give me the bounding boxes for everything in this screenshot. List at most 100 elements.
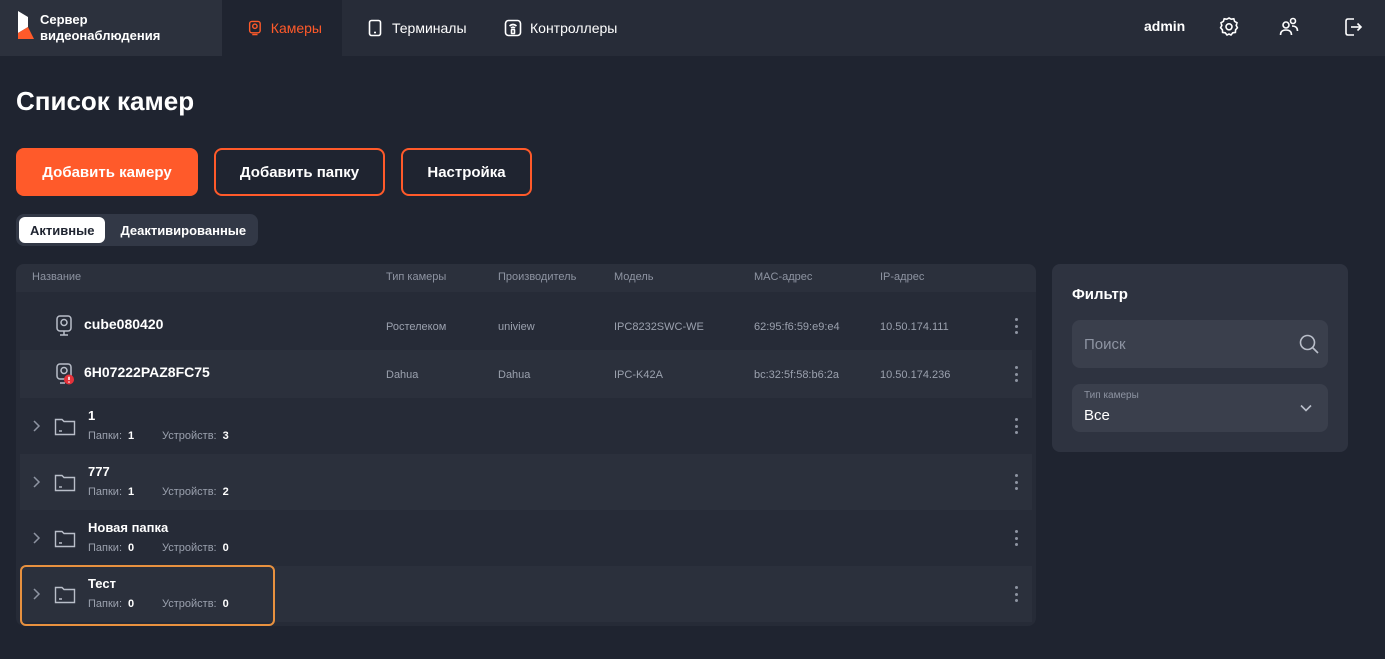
- folder-name[interactable]: 1: [88, 408, 95, 423]
- table-row[interactable]: 6H07222PAZ8FC75 Dahua Dahua IPC-K42A bc:…: [20, 350, 1032, 398]
- camera-mac: bc:32:5f:58:b6:2a: [754, 369, 840, 381]
- folder-icon: [54, 530, 76, 548]
- folder-count: Папки: 0: [88, 542, 134, 554]
- camera-type-value: Все: [1084, 407, 1110, 424]
- camera-table: Название Тип камеры Производитель Модель…: [16, 264, 1036, 626]
- folders-label: Папки:: [88, 430, 122, 442]
- folders-label: Папки:: [88, 542, 122, 554]
- devices-value: 3: [222, 430, 229, 442]
- logout-icon[interactable]: [1341, 15, 1365, 39]
- camera-name[interactable]: 6H07222PAZ8FC75: [84, 364, 210, 380]
- folder-name[interactable]: Тест: [88, 576, 116, 591]
- table-row[interactable]: cube080420 Ростелеком uniview IPC8232SWC…: [20, 302, 1032, 350]
- camera-name[interactable]: cube080420: [84, 316, 163, 332]
- device-count: Устройств: 3: [162, 430, 229, 442]
- camera-model: IPC8232SWC-WE: [614, 321, 704, 333]
- devices-label: Устройств:: [162, 542, 217, 554]
- folders-value: 1: [128, 486, 135, 498]
- camera-icon: [248, 20, 261, 36]
- folders-label: Папки:: [88, 486, 122, 498]
- search-icon[interactable]: [1298, 333, 1320, 355]
- more-menu-icon[interactable]: [1010, 364, 1022, 384]
- table-header: Название Тип камеры Производитель Модель…: [16, 264, 1036, 292]
- more-menu-icon[interactable]: [1010, 528, 1022, 548]
- segment-active[interactable]: Активные: [19, 217, 106, 243]
- filter-panel: Фильтр Тип камеры Все: [1052, 264, 1348, 452]
- status-segment: Активные Деактивированные: [16, 214, 258, 246]
- camera-ip: 10.50.174.236: [880, 369, 951, 381]
- tab-terminals-label: Терминалы: [392, 20, 467, 36]
- column-header-model[interactable]: Модель: [614, 271, 653, 283]
- chevron-right-icon[interactable]: [30, 474, 42, 490]
- column-header-ip[interactable]: IP-адрес: [880, 271, 924, 283]
- folder-icon: [54, 586, 76, 604]
- search-input[interactable]: [1084, 320, 1294, 368]
- device-count: Устройств: 0: [162, 542, 229, 554]
- devices-value: 2: [222, 486, 229, 498]
- user-name[interactable]: admin: [1144, 18, 1185, 34]
- folders-label: Папки:: [88, 598, 122, 610]
- segment-deactivated[interactable]: Деактивированные: [109, 217, 257, 243]
- search-field[interactable]: [1072, 320, 1328, 368]
- devices-label: Устройств:: [162, 486, 217, 498]
- brand-title-line1: Сервер: [40, 12, 88, 27]
- camera-model: IPC-K42A: [614, 369, 663, 381]
- brand-title: Сервер видеонаблюдения: [40, 12, 210, 44]
- camera-type: Ростелеком: [386, 321, 447, 333]
- folder-row[interactable]: Новая папка Папки: 0 Устройств: 0: [20, 510, 1032, 566]
- gear-icon[interactable]: [1217, 15, 1241, 39]
- more-menu-icon[interactable]: [1010, 472, 1022, 492]
- folder-row[interactable]: Тест Папки: 0 Устройств: 0: [20, 566, 1032, 622]
- folder-icon: [54, 474, 76, 492]
- folder-name[interactable]: Новая папка: [88, 520, 168, 535]
- camera-type: Dahua: [386, 369, 419, 381]
- add-folder-button[interactable]: Добавить папку: [214, 148, 385, 196]
- camera-icon: [56, 315, 72, 336]
- chevron-down-icon[interactable]: [1298, 400, 1314, 416]
- folder-count: Папки: 1: [88, 486, 134, 498]
- brand-logo-icon: [18, 11, 34, 39]
- camera-type-label: Тип камеры: [1084, 390, 1139, 401]
- devices-value: 0: [222, 542, 229, 554]
- folder-row[interactable]: 777 Папки: 1 Устройств: 2: [20, 454, 1032, 510]
- folder-count: Папки: 1: [88, 430, 134, 442]
- camera-ip: 10.50.174.111: [880, 321, 949, 333]
- chevron-right-icon[interactable]: [30, 418, 42, 434]
- column-header-mac[interactable]: MAC-адрес: [754, 271, 812, 283]
- more-menu-icon[interactable]: [1010, 584, 1022, 604]
- column-header-name[interactable]: Название: [32, 271, 81, 283]
- camera-error-icon: [56, 363, 74, 385]
- folders-value: 0: [128, 542, 135, 554]
- settings-button[interactable]: Настройка: [401, 148, 532, 196]
- camera-type-select[interactable]: Тип камеры Все: [1072, 384, 1328, 432]
- devices-label: Устройств:: [162, 598, 217, 610]
- column-header-type[interactable]: Тип камеры: [386, 271, 446, 283]
- tab-terminals[interactable]: Терминалы: [346, 0, 487, 56]
- folder-icon: [54, 418, 76, 436]
- more-menu-icon[interactable]: [1010, 316, 1022, 336]
- camera-vendor: uniview: [498, 321, 535, 333]
- tab-controllers[interactable]: Контроллеры: [484, 0, 637, 56]
- folders-value: 1: [128, 430, 135, 442]
- chevron-right-icon[interactable]: [30, 586, 42, 602]
- add-camera-button[interactable]: Добавить камеру: [16, 148, 198, 196]
- folder-count: Папки: 0: [88, 598, 134, 610]
- tab-cameras-label: Камеры: [270, 20, 322, 36]
- camera-mac: 62:95:f6:59:e9:e4: [754, 321, 840, 333]
- controller-icon: [504, 19, 522, 37]
- folders-value: 0: [128, 598, 135, 610]
- column-header-vendor[interactable]: Производитель: [498, 271, 576, 283]
- brand[interactable]: Сервер видеонаблюдения: [0, 0, 222, 56]
- users-icon[interactable]: [1277, 15, 1301, 39]
- chevron-right-icon[interactable]: [30, 530, 42, 546]
- devices-label: Устройств:: [162, 430, 217, 442]
- device-count: Устройств: 0: [162, 598, 229, 610]
- device-count: Устройств: 2: [162, 486, 229, 498]
- more-menu-icon[interactable]: [1010, 416, 1022, 436]
- camera-vendor: Dahua: [498, 369, 531, 381]
- top-bar: Сервер видеонаблюдения Камеры Терминалы …: [0, 0, 1385, 56]
- folder-row[interactable]: 1 Папки: 1 Устройств: 3: [20, 398, 1032, 454]
- tab-cameras[interactable]: Камеры: [222, 0, 342, 56]
- folder-name[interactable]: 777: [88, 464, 110, 479]
- tab-controllers-label: Контроллеры: [530, 20, 618, 36]
